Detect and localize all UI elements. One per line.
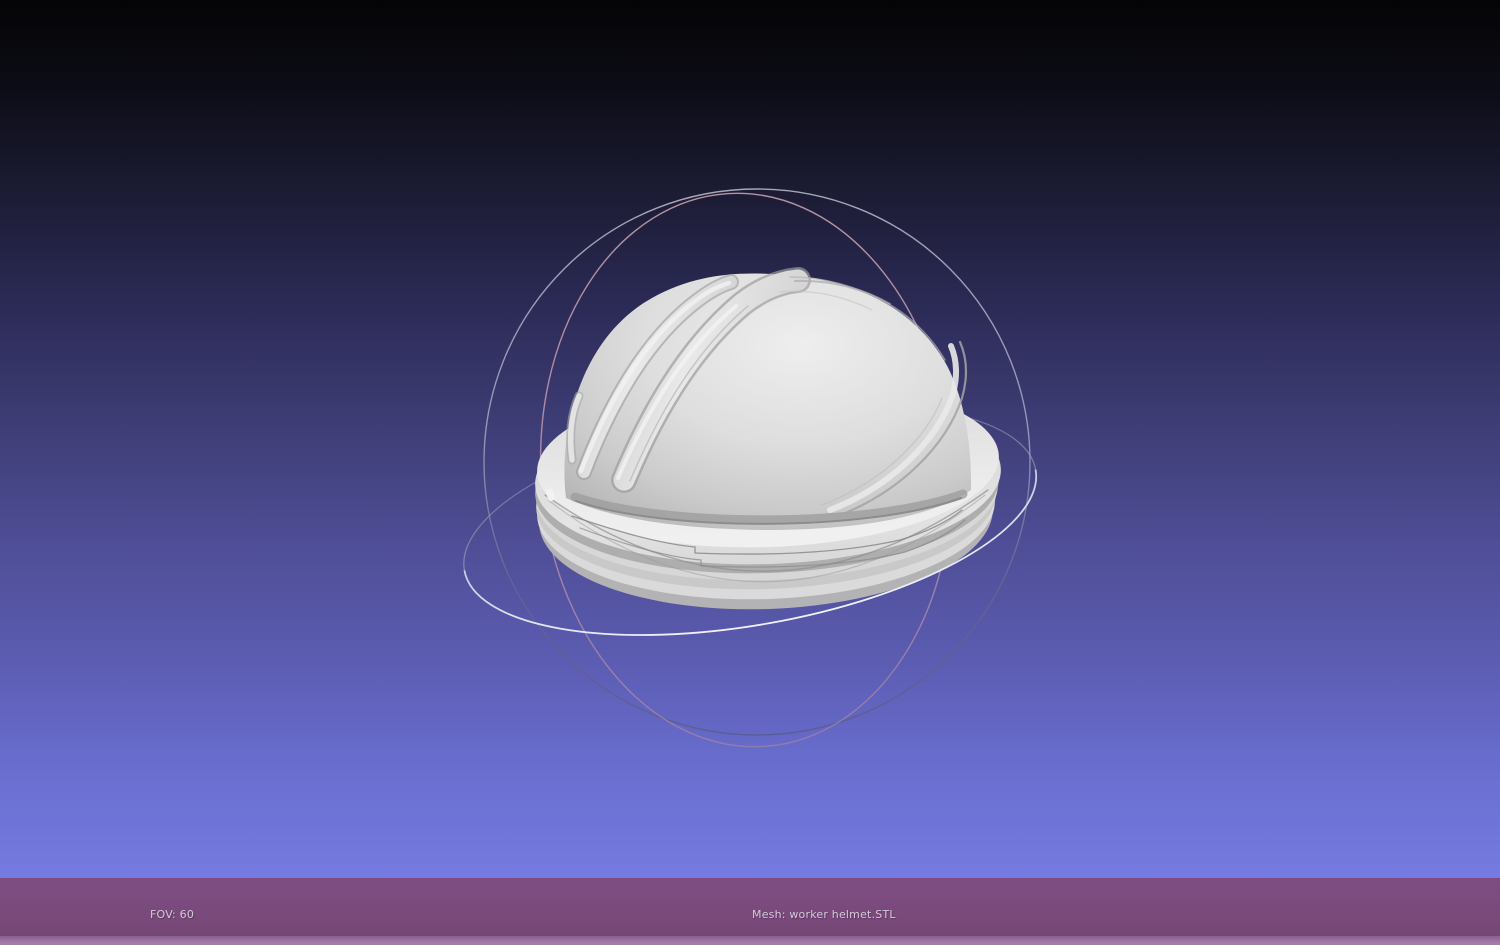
3d-scene-canvas[interactable] <box>0 0 1500 945</box>
mesh-name-readout: Mesh: worker helmet.STL <box>752 907 896 921</box>
fov-readout: FOV: 60 <box>150 907 195 921</box>
hud-render-info: FOV: 60 FPS: 112.4 BO_RENDERING <box>150 883 240 945</box>
hud-mesh-info: Mesh: worker helmet.STL Vertices: 235,75… <box>752 883 896 945</box>
viewport-window: FOV: 60 FPS: 112.4 BO_RENDERING Mesh: wo… <box>0 0 1500 945</box>
helmet-mesh[interactable] <box>532 267 1004 617</box>
status-bar: FOV: 60 FPS: 112.4 BO_RENDERING Mesh: wo… <box>0 878 1500 945</box>
